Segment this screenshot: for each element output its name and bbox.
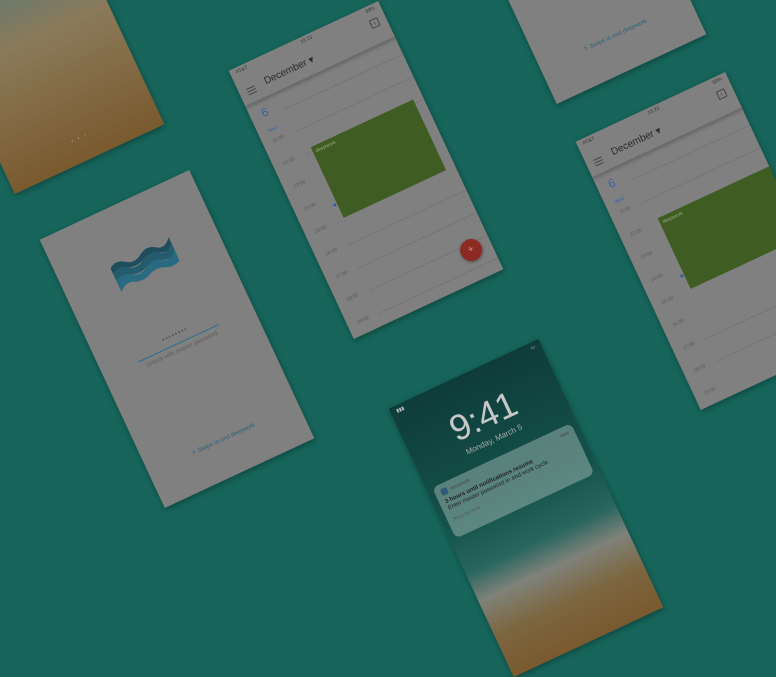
hour-gridline (357, 212, 478, 269)
current-time-dot (332, 202, 337, 207)
hour-label: 12:00 (282, 156, 296, 168)
page-dots[interactable]: • • ◦ (4, 101, 156, 176)
lock-screen-phone-partial: Enter master password to end work cycle … (0, 0, 165, 194)
add-event-button[interactable]: + (456, 235, 486, 265)
password-phone-partial: ›Swipe to end deepwork (431, 0, 707, 104)
month-label: December (262, 57, 309, 87)
notification-card[interactable]: Enter master password to end work cycle (0, 0, 75, 11)
calendar-header: December ▾ 6 (575, 72, 743, 178)
app-icon (439, 486, 450, 497)
hour-label: 13:00 (292, 179, 307, 190)
calendar-phone: AT&T 15:23 89% December ▾ 6 6 Wed 11:00 12:… (228, 1, 504, 339)
wave-logo-icon (110, 236, 180, 293)
calendar-today-icon[interactable]: 6 (715, 88, 728, 101)
calendar-header: December ▾ 6 (228, 1, 396, 107)
password-field[interactable]: •••••••• (99, 297, 251, 373)
swipe-label: Swipe to end deepwork (589, 18, 649, 51)
lock-screen-phone: ▮▮▮ ▭ 9:41 Monday, March 5 deepwork now 3… (388, 339, 664, 677)
hour-label: 13:00 (639, 250, 654, 261)
month-selector[interactable]: December ▾ (263, 54, 317, 87)
hour-label: 18:00 (692, 363, 707, 375)
day-number: 6 (258, 104, 271, 121)
hour-label: 12:00 (629, 227, 643, 239)
hour-label: 15:00 (660, 295, 675, 307)
hour-gridline (379, 257, 499, 314)
calendar-event[interactable]: deepwork (657, 153, 776, 289)
hour-label: 14:00 (303, 201, 318, 213)
swipe-to-end[interactable]: ›Swipe to end deepwork (538, 0, 692, 73)
notification-time: now (559, 430, 571, 440)
battery-icon: ▭ (529, 344, 537, 352)
hour-label: 17:00 (681, 340, 696, 352)
hour-label: 17:00 (334, 269, 349, 281)
month-selector[interactable]: December ▾ (610, 125, 664, 158)
hour-label: 15:00 (313, 224, 328, 236)
current-time-dot (679, 273, 684, 278)
hamburger-menu-icon[interactable] (593, 156, 605, 167)
swipe-label: Swipe to end deepwork (197, 422, 257, 455)
hour-label: 14:00 (650, 272, 665, 284)
hamburger-menu-icon[interactable] (246, 85, 258, 96)
day-name: Wed (613, 195, 626, 206)
day-name: Wed (266, 124, 279, 135)
day-number: 6 (605, 175, 618, 192)
hour-label: 19:00 (703, 385, 717, 397)
day-indicator[interactable]: 6 Wed (257, 104, 280, 137)
hour-gridline (704, 283, 776, 340)
swipe-to-end[interactable]: ›Swipe to end deepwork (146, 398, 300, 477)
hour-label: 18:00 (345, 292, 360, 304)
password-phone: •••••••• Unlock with master password ›Sw… (39, 170, 315, 508)
hour-label: 19:00 (356, 314, 370, 326)
hour-gridline (715, 305, 776, 363)
hour-label: 16:00 (324, 247, 339, 258)
hour-label: 16:00 (671, 318, 686, 329)
signal-icon: ▮▮▮ (395, 405, 406, 415)
day-indicator[interactable]: 6 Wed (604, 175, 627, 208)
unlock-label: Unlock with master password (145, 330, 219, 370)
calendar-today-icon[interactable]: 6 (368, 17, 381, 30)
calendar-event[interactable]: deepwork (310, 99, 447, 218)
calendar-phone-2: AT&T 15:23 89% December ▾ 6 6 Wed 11:00 12:… (575, 72, 776, 410)
month-label: December (609, 128, 656, 158)
